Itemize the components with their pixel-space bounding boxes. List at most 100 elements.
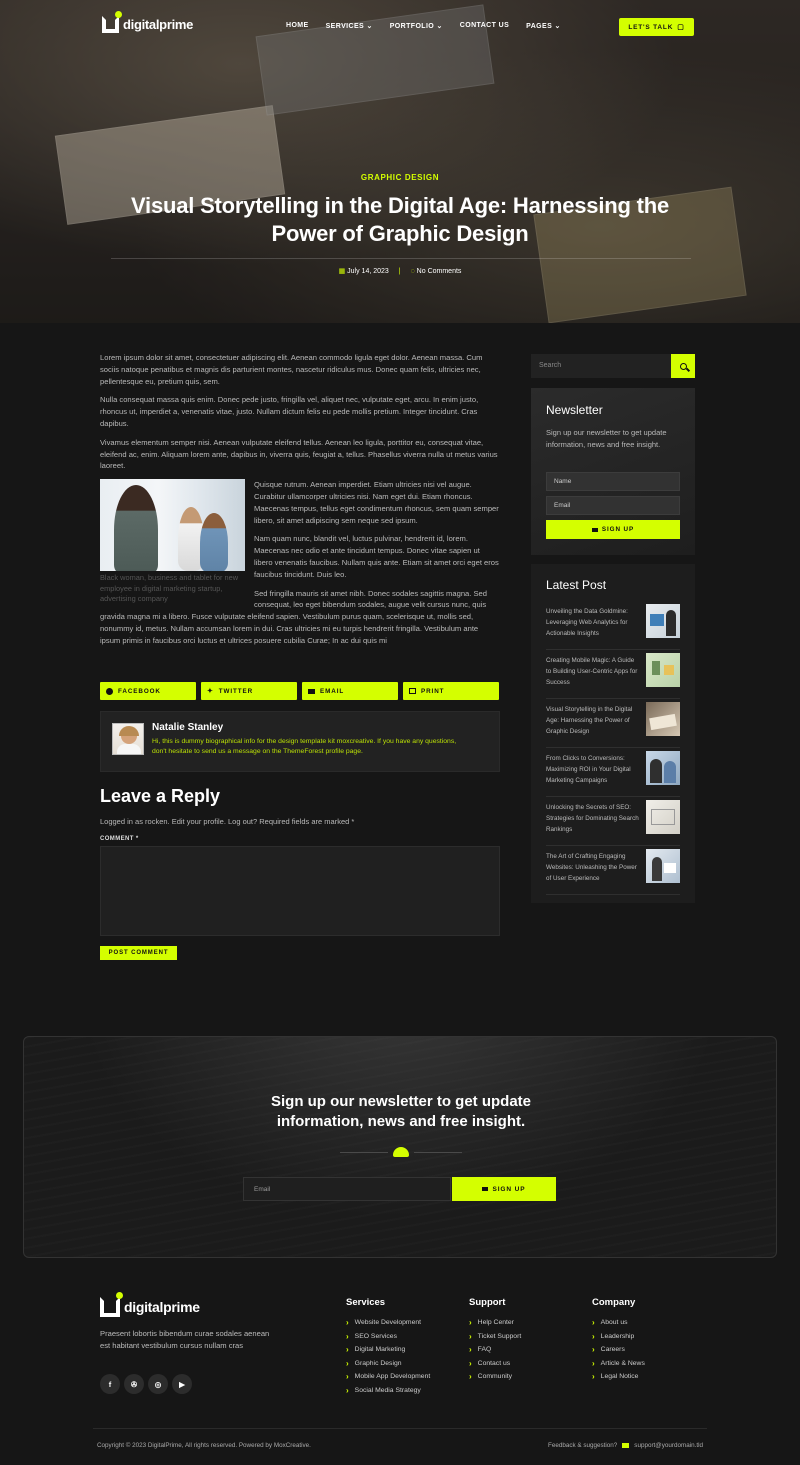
lets-talk-button[interactable]: LET'S TALK ▢ xyxy=(619,18,694,36)
latest-post-thumbnail[interactable] xyxy=(646,751,680,785)
logo-text: digitalprime xyxy=(123,17,194,32)
envelope-icon xyxy=(591,527,598,532)
comment-textarea[interactable] xyxy=(100,846,500,936)
footer-link[interactable]: Article & News xyxy=(592,1357,645,1371)
site-logo[interactable]: digitalprime xyxy=(102,11,194,33)
logo-mark-icon xyxy=(100,1292,123,1317)
latest-post-item[interactable]: Creating Mobile Magic: A Guide to Buildi… xyxy=(546,651,680,699)
nav-item-contact[interactable]: CONTACT US xyxy=(460,22,509,30)
newsletter-email-input[interactable]: Email xyxy=(243,1177,451,1201)
search-icon xyxy=(679,362,687,370)
hero-content: GRAPHIC DESIGN Visual Storytelling in th… xyxy=(0,173,800,248)
share-twitter-button[interactable]: ✦ TWITTER xyxy=(201,682,297,700)
author-name[interactable]: Natalie Stanley xyxy=(152,722,223,733)
latest-post-item[interactable]: From Clicks to Conversions: Maximizing R… xyxy=(546,749,680,797)
figure-caption: Black woman, business and tablet for new… xyxy=(100,573,239,604)
post-date[interactable]: July 14, 2023 xyxy=(347,268,389,275)
support-email-link[interactable]: support@yourdomain.tld xyxy=(634,1442,703,1449)
nav-item-portfolio[interactable]: PORTFOLIO ⌄ xyxy=(390,22,443,30)
latest-post-thumbnail[interactable] xyxy=(646,702,680,736)
nav-item-services[interactable]: SERVICES ⌄ xyxy=(326,22,373,30)
dribbble-icon[interactable]: ✇ xyxy=(124,1374,144,1394)
sidebar-newsletter: Newsletter Sign up our newsletter to get… xyxy=(531,388,695,555)
instagram-icon[interactable]: ◎ xyxy=(148,1374,168,1394)
comment-label: COMMENT * xyxy=(100,836,139,842)
nav-item-pages[interactable]: PAGES ⌄ xyxy=(526,22,561,30)
footer-link[interactable]: Leadership xyxy=(592,1330,645,1344)
latest-post-item[interactable]: Visual Storytelling in the Digital Age: … xyxy=(546,700,680,748)
latest-post-item[interactable]: Unveiling the Data Goldmine: Leveraging … xyxy=(546,602,680,650)
article-body: Lorem ipsum dolor sit amet, consectetuer… xyxy=(100,352,500,654)
latest-post-title[interactable]: Unveiling the Data Goldmine: Leveraging … xyxy=(546,606,641,639)
meta-separator: | xyxy=(398,268,401,275)
footer-link[interactable]: Mobile App Development xyxy=(346,1370,431,1384)
envelope-icon xyxy=(482,1187,489,1191)
feedback-label: Feedback & suggestion? xyxy=(547,1442,618,1449)
nav-item-home[interactable]: HOME xyxy=(286,22,309,30)
calendar-icon: ▦ xyxy=(338,268,346,275)
top-navigation: digitalprime HOME SERVICES ⌄ PORTFOLIO ⌄… xyxy=(0,0,800,52)
newsletter-signup-button[interactable]: SIGN UP xyxy=(452,1177,556,1201)
footer-link[interactable]: Community xyxy=(469,1370,521,1384)
article-figure: Black woman, business and tablet for new… xyxy=(100,479,245,605)
newsletter-banner-title: Sign up our newsletter to get update inf… xyxy=(270,1093,531,1130)
author-bio: Hi, this is dummy biographical info for … xyxy=(152,738,457,755)
post-category[interactable]: GRAPHIC DESIGN xyxy=(0,173,800,182)
footer-link[interactable]: Help Center xyxy=(469,1316,521,1330)
footer-link[interactable]: Graphic Design xyxy=(346,1357,430,1371)
latest-post-title[interactable]: The Art of Crafting Engaging Websites: U… xyxy=(546,851,641,884)
footer-link[interactable]: SEO Services xyxy=(346,1330,430,1344)
facebook-icon[interactable]: f xyxy=(100,1374,120,1394)
author-avatar[interactable] xyxy=(112,723,144,755)
footer-divider xyxy=(93,1428,707,1429)
latest-post-title[interactable]: From Clicks to Conversions: Maximizing R… xyxy=(546,753,641,786)
divider-line xyxy=(340,1152,388,1153)
youtube-icon[interactable]: ▶ xyxy=(172,1374,192,1394)
latest-post-title[interactable]: Creating Mobile Magic: A Guide to Buildi… xyxy=(546,655,641,688)
main-menu: HOME SERVICES ⌄ PORTFOLIO ⌄ CONTACT US P… xyxy=(286,22,561,30)
latest-post-title[interactable]: Unlocking the Secrets of SEO: Strategies… xyxy=(546,802,641,835)
footer-logo[interactable]: digitalprime xyxy=(100,1292,200,1317)
latest-post-item[interactable]: The Art of Crafting Engaging Websites: U… xyxy=(546,847,680,895)
footer-column-company: Company About us Leadership Careers Arti… xyxy=(592,1297,645,1384)
search-button[interactable] xyxy=(671,354,695,378)
latest-post-item[interactable]: Unlocking the Secrets of SEO: Strategies… xyxy=(546,798,680,846)
share-facebook-button[interactable]: FACEBOOK xyxy=(100,682,196,700)
share-email-button[interactable]: EMAIL xyxy=(302,682,398,700)
social-links: f ✇ ◎ ▶ xyxy=(100,1374,192,1394)
footer-column-title: Company xyxy=(592,1297,636,1308)
footer-link[interactable]: Social Media Strategy xyxy=(346,1384,430,1398)
newsletter-email-field[interactable]: Email xyxy=(546,496,680,515)
latest-post-thumbnail[interactable] xyxy=(646,653,680,687)
footer-link[interactable]: Website Development xyxy=(346,1316,430,1330)
twitter-icon: ✦ xyxy=(207,688,214,695)
post-comments-count[interactable]: No Comments xyxy=(417,268,462,275)
footer-link[interactable]: Legal Notice xyxy=(592,1370,645,1384)
newsletter-name-field[interactable]: Name xyxy=(546,472,680,491)
support-contact: Feedback & suggestion? support@yourdomai… xyxy=(548,1442,703,1449)
share-print-button[interactable]: PRINT xyxy=(403,682,499,700)
footer-link[interactable]: Contact us xyxy=(469,1357,521,1371)
facebook-icon xyxy=(106,687,113,695)
turtle-icon xyxy=(393,1147,409,1157)
article-paragraph: Vivamus elementum semper nisi. Aenean vu… xyxy=(100,437,498,471)
latest-post-thumbnail[interactable] xyxy=(646,849,680,883)
latest-post-title[interactable]: Visual Storytelling in the Digital Age: … xyxy=(546,704,641,737)
search-input[interactable]: Search xyxy=(539,362,561,369)
footer-link[interactable]: About us xyxy=(592,1316,645,1330)
reply-heading: Leave a Reply xyxy=(100,786,221,806)
envelope-icon xyxy=(622,1443,630,1448)
footer-link[interactable]: Ticket Support xyxy=(469,1330,522,1344)
latest-post-thumbnail[interactable] xyxy=(646,800,680,834)
share-buttons: FACEBOOK ✦ TWITTER EMAIL PRINT xyxy=(100,682,499,700)
sidebar-search: Search xyxy=(531,354,695,378)
footer-link[interactable]: Careers xyxy=(592,1343,645,1357)
post-comment-button[interactable]: POST COMMENT xyxy=(100,946,177,960)
chat-icon: ▢ xyxy=(677,24,685,31)
article-image xyxy=(100,479,245,572)
newsletter-signup-button[interactable]: SIGN UP xyxy=(546,520,680,539)
footer-link[interactable]: FAQ xyxy=(469,1343,521,1357)
footer-link[interactable]: Digital Marketing xyxy=(346,1343,430,1357)
latest-post-thumbnail[interactable] xyxy=(646,604,680,638)
footer-column-title: Support xyxy=(469,1297,506,1308)
